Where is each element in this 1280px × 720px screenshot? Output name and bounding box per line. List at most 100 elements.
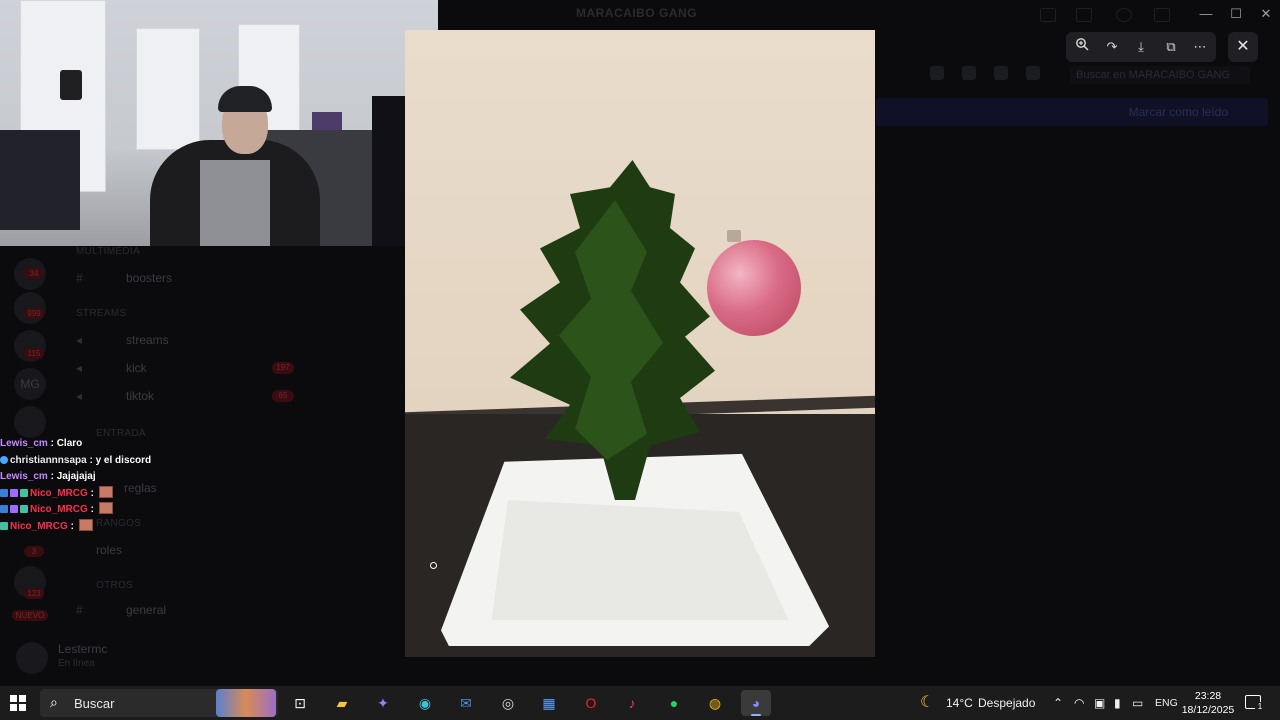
help-icon bbox=[1116, 8, 1132, 22]
download-app-icon bbox=[1154, 8, 1170, 22]
search-highlight-image bbox=[216, 689, 276, 717]
hash-icon: # bbox=[76, 603, 83, 617]
edge-icon[interactable]: ◉ bbox=[410, 690, 440, 716]
maximize-button[interactable]: ☐ bbox=[1226, 6, 1246, 22]
zoom-in-icon[interactable] bbox=[1071, 37, 1093, 57]
channel-roles[interactable]: roles bbox=[60, 542, 300, 560]
emote-icon bbox=[78, 518, 93, 531]
taskbar-search[interactable]: ⌕ Buscar bbox=[40, 689, 278, 717]
mail-icon[interactable]: ✉ bbox=[451, 690, 481, 716]
rotate-icon[interactable]: ↷ bbox=[1101, 37, 1123, 57]
obs-icon[interactable]: ◎ bbox=[493, 690, 523, 716]
tiktok-icon[interactable]: ♪ bbox=[617, 690, 647, 716]
emote-icon bbox=[98, 485, 113, 498]
server-badge: 3 bbox=[24, 546, 44, 557]
more-icon[interactable]: ⋯ bbox=[1189, 37, 1211, 57]
emote-icon bbox=[98, 502, 113, 514]
speaker-icon: ◂ bbox=[76, 389, 83, 403]
chat-message: Nico_MRCG : bbox=[0, 518, 420, 536]
image-preview[interactable] bbox=[405, 30, 875, 657]
ornament-cap bbox=[727, 230, 741, 242]
window-title: MARACAIBO GANG bbox=[576, 6, 697, 20]
language-indicator[interactable]: ENG bbox=[1155, 686, 1178, 720]
spotify-icon[interactable]: ● bbox=[659, 690, 689, 716]
moderator-badge-icon bbox=[0, 488, 8, 497]
vip-badge-icon bbox=[10, 505, 18, 513]
weather-moon-icon[interactable]: ☾ bbox=[920, 686, 934, 720]
server-mg[interactable]: MG bbox=[14, 368, 46, 400]
chrome-icon[interactable]: ◍ bbox=[700, 690, 730, 716]
webcam-overlay bbox=[0, 0, 438, 246]
opera-icon[interactable]: O bbox=[576, 690, 606, 716]
viewer-close-button[interactable]: ✕ bbox=[1228, 32, 1258, 62]
download-icon[interactable]: ⤓ bbox=[1130, 37, 1152, 57]
search-icon: ⌕ bbox=[50, 694, 58, 710]
minimize-button[interactable]: — bbox=[1196, 6, 1216, 22]
chevron-up-icon[interactable]: ⌃ bbox=[1053, 686, 1063, 720]
taskbar-search-label: Buscar bbox=[74, 696, 115, 711]
window-close-button[interactable]: ✕ bbox=[1256, 6, 1276, 22]
speaker-icon: ◂ bbox=[76, 361, 83, 375]
weather-desc[interactable]: Despejado bbox=[978, 686, 1035, 720]
server-search-input[interactable]: Buscar en MARACAIBO GANG bbox=[1070, 66, 1250, 84]
avatar[interactable] bbox=[16, 642, 48, 674]
new-badge: NUEVO bbox=[12, 610, 48, 621]
user-panel: Lestermc En línea bbox=[10, 636, 300, 680]
user-status: En línea bbox=[58, 658, 95, 669]
meet-icon[interactable]: ▣ bbox=[1094, 686, 1105, 720]
mention-count: 65 bbox=[272, 390, 294, 402]
windows-start-icon[interactable] bbox=[10, 695, 26, 711]
server-badge: 123 bbox=[24, 588, 44, 599]
pink-ornament bbox=[707, 240, 801, 336]
network-icon[interactable]: ◠ bbox=[1074, 686, 1084, 720]
channel-tiktok[interactable]: ◂ tiktok 65 bbox=[60, 388, 300, 406]
microphone-icon[interactable]: ▮ bbox=[1114, 686, 1121, 720]
file-explorer-icon[interactable]: ▰ bbox=[327, 690, 357, 716]
windows-taskbar: ⌕ Buscar ⊡ ▰ ✦ ◉ ✉ ◎ ▦ O ♪ ● ◍ ◕ ☾ 14°C … bbox=[0, 686, 1280, 720]
closet-door bbox=[136, 28, 200, 150]
hanging-bag bbox=[60, 70, 82, 100]
hash-icon: # bbox=[76, 271, 83, 285]
chat-message: christiannnsapa : y el discord bbox=[0, 453, 420, 470]
viewer-toolbar: ↷ ⤓ ⧉ ⋯ bbox=[1066, 32, 1216, 62]
inbox-icon bbox=[1040, 8, 1056, 22]
mouse-cursor bbox=[430, 562, 437, 569]
weather-temp[interactable]: 14°C bbox=[946, 686, 973, 720]
category-label[interactable]: MULTIMEDIA bbox=[76, 246, 140, 257]
speaker-icon: ◂ bbox=[76, 333, 83, 347]
sub-badge-icon bbox=[20, 505, 28, 513]
vip-badge-icon bbox=[10, 488, 18, 497]
notification-count: 1 bbox=[1255, 702, 1265, 712]
server-icon[interactable] bbox=[14, 406, 46, 438]
display-icon[interactable]: ▭ bbox=[1132, 686, 1143, 720]
user-badge-icon bbox=[0, 455, 8, 464]
copilot-icon[interactable]: ✦ bbox=[368, 690, 398, 716]
open-external-icon[interactable]: ⧉ bbox=[1160, 37, 1182, 57]
channel-boosters[interactable]: # boosters bbox=[60, 270, 300, 288]
username: Lestermc bbox=[58, 642, 108, 656]
unread-banner[interactable]: Marcar como leído bbox=[876, 98, 1268, 126]
streamer-shirt bbox=[200, 160, 270, 246]
channel-kick[interactable]: ◂ kick 197 bbox=[60, 360, 300, 378]
chat-message: Lewis_cm : Claro bbox=[0, 438, 83, 449]
category-label[interactable]: OTROS bbox=[96, 580, 133, 591]
task-view-icon[interactable]: ⊡ bbox=[285, 690, 315, 716]
clock-date: 18/12/2025 bbox=[1181, 704, 1235, 716]
mark-read-label: Marcar como leído bbox=[1128, 105, 1228, 119]
sub-badge-icon bbox=[0, 521, 8, 530]
clock-time: 23:28 bbox=[1194, 690, 1222, 702]
stream-chat: Lewis_cm : Claro christiannnsapa : y el … bbox=[0, 436, 420, 535]
chat-message: Nico_MRCG : bbox=[0, 502, 420, 519]
server-badge: 115 bbox=[24, 348, 44, 359]
channel-general[interactable]: # general bbox=[60, 602, 300, 620]
category-label[interactable]: STREAMS bbox=[76, 308, 126, 319]
discord-icon[interactable]: ◕ bbox=[741, 690, 771, 716]
store-icon[interactable]: ▦ bbox=[534, 690, 564, 716]
server-badge: 34 bbox=[24, 268, 44, 279]
sub-badge-icon bbox=[20, 488, 28, 497]
server-badge: 999 bbox=[24, 308, 44, 319]
notification-icon[interactable]: 1 bbox=[1245, 695, 1265, 712]
channel-streams[interactable]: ◂ streams bbox=[60, 332, 300, 350]
chat-message: Nico_MRCG : bbox=[0, 485, 420, 503]
system-clock[interactable]: 23:28 18/12/2025 bbox=[1178, 689, 1238, 717]
